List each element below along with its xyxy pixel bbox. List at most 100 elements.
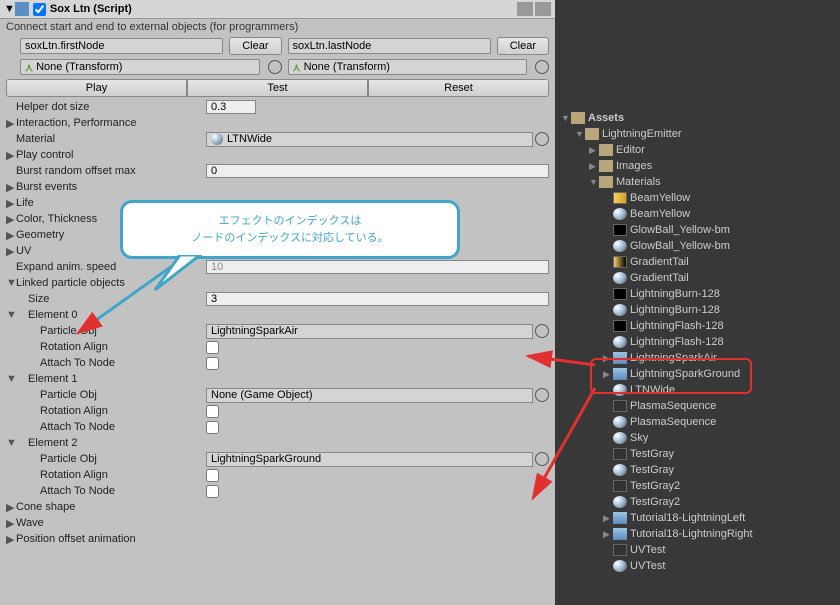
expand-icon[interactable]: ▼ xyxy=(6,437,16,449)
expand-icon[interactable]: ▶ xyxy=(6,181,16,194)
tree-item[interactable]: ▼Assets xyxy=(561,110,840,126)
first-node-field[interactable]: soxLtn.firstNode xyxy=(20,38,223,54)
particle-obj-field-0[interactable]: LightningSparkAir xyxy=(206,324,533,339)
rotation-align-checkbox-2[interactable] xyxy=(206,469,219,482)
expand-icon[interactable]: ▼ xyxy=(6,309,16,321)
expand-icon[interactable]: ▶ xyxy=(6,517,16,530)
component-header[interactable]: ▼ Sox Ltn (Script) xyxy=(0,0,555,19)
burst-offset-input[interactable] xyxy=(206,164,549,178)
expand-icon[interactable]: ▶ xyxy=(6,117,16,130)
tree-item[interactable]: LTNWide xyxy=(561,382,840,398)
expand-icon[interactable]: ▶ xyxy=(603,513,613,524)
expand-icon[interactable]: ▼ xyxy=(575,129,585,139)
tree-item[interactable]: TestGray xyxy=(561,446,840,462)
prop-label: Play control xyxy=(16,149,206,161)
tree-item[interactable]: LightningFlash-128 xyxy=(561,334,840,350)
expand-icon[interactable]: ▶ xyxy=(6,501,16,514)
callout-tail xyxy=(150,255,210,295)
element-2-label: Element 2 xyxy=(16,437,206,449)
last-node-field[interactable]: soxLtn.lastNode xyxy=(288,38,491,54)
expand-icon[interactable]: ▼ xyxy=(589,177,599,187)
clear-button-2[interactable]: Clear xyxy=(497,37,549,55)
prop-label: Rotation Align xyxy=(16,341,206,353)
asset-icon xyxy=(613,416,627,428)
expand-anim-input xyxy=(206,260,549,274)
expand-icon[interactable]: ▼ xyxy=(6,277,16,289)
expand-icon[interactable]: ▶ xyxy=(6,149,16,162)
size-input[interactable] xyxy=(206,292,549,306)
asset-label: GradientTail xyxy=(630,272,689,284)
object-picker-icon[interactable] xyxy=(535,60,549,74)
expand-icon[interactable]: ▶ xyxy=(603,353,613,364)
asset-label: UVTest xyxy=(630,560,665,572)
folder-icon xyxy=(599,176,613,188)
object-picker-icon[interactable] xyxy=(535,324,549,338)
tree-item[interactable]: TestGray xyxy=(561,462,840,478)
tree-item[interactable]: ▶LightningSparkAir xyxy=(561,350,840,366)
prop-label: Particle Obj xyxy=(16,325,206,337)
expand-icon[interactable]: ▼ xyxy=(4,3,15,15)
expand-icon[interactable]: ▶ xyxy=(6,213,16,226)
tree-item[interactable]: UVTest xyxy=(561,542,840,558)
gear-icon[interactable] xyxy=(535,2,551,16)
attach-node-checkbox-0[interactable] xyxy=(206,357,219,370)
expand-icon[interactable]: ▶ xyxy=(6,245,16,258)
transform-field-2[interactable]: ⋏None (Transform) xyxy=(288,59,528,75)
tree-item[interactable]: ▶LightningSparkGround xyxy=(561,366,840,382)
expand-icon[interactable]: ▶ xyxy=(603,529,613,540)
tree-item[interactable]: ▼LightningEmitter xyxy=(561,126,840,142)
tree-item[interactable]: TestGray2 xyxy=(561,478,840,494)
helper-dot-input[interactable] xyxy=(206,100,256,114)
tree-item[interactable]: ▶Editor xyxy=(561,142,840,158)
transform-field-1[interactable]: ⋏None (Transform) xyxy=(20,59,260,75)
asset-icon xyxy=(613,208,627,220)
tree-item[interactable]: GlowBall_Yellow-bm xyxy=(561,238,840,254)
particle-obj-field-1[interactable]: None (Game Object) xyxy=(206,388,533,403)
clear-button-1[interactable]: Clear xyxy=(229,37,281,55)
enable-checkbox[interactable] xyxy=(33,3,46,16)
attach-node-checkbox-2[interactable] xyxy=(206,485,219,498)
material-field[interactable]: LTNWide xyxy=(206,132,533,147)
rotation-align-checkbox-0[interactable] xyxy=(206,341,219,354)
tree-item[interactable]: Sky xyxy=(561,430,840,446)
asset-label: GlowBall_Yellow-bm xyxy=(630,240,730,252)
expand-icon[interactable]: ▶ xyxy=(6,533,16,546)
rotation-align-checkbox-1[interactable] xyxy=(206,405,219,418)
expand-icon[interactable]: ▶ xyxy=(603,369,613,380)
tree-item[interactable]: GradientTail xyxy=(561,270,840,286)
object-picker-icon[interactable] xyxy=(535,452,549,466)
expand-icon[interactable]: ▶ xyxy=(6,229,16,242)
asset-icon xyxy=(613,336,627,348)
tree-item[interactable]: BeamYellow xyxy=(561,206,840,222)
reset-button[interactable]: Reset xyxy=(368,79,549,97)
tree-item[interactable]: BeamYellow xyxy=(561,190,840,206)
play-button[interactable]: Play xyxy=(6,79,187,97)
expand-icon[interactable]: ▶ xyxy=(6,197,16,210)
tree-item[interactable]: TestGray2 xyxy=(561,494,840,510)
tree-item[interactable]: PlasmaSequence xyxy=(561,398,840,414)
tree-item[interactable]: ▼Materials xyxy=(561,174,840,190)
particle-obj-field-2[interactable]: LightningSparkGround xyxy=(206,452,533,467)
attach-node-checkbox-1[interactable] xyxy=(206,421,219,434)
tree-item[interactable]: ▶ Tutorial18-LightningLeft xyxy=(561,510,840,526)
tree-item[interactable]: PlasmaSequence xyxy=(561,414,840,430)
test-button[interactable]: Test xyxy=(187,79,368,97)
tree-item[interactable]: ▶Tutorial18-LightningRight xyxy=(561,526,840,542)
tree-item[interactable]: GlowBall_Yellow-bm xyxy=(561,222,840,238)
expand-icon[interactable]: ▶ xyxy=(589,145,599,156)
object-picker-icon[interactable] xyxy=(535,132,549,146)
object-picker-icon[interactable] xyxy=(535,388,549,402)
help-icon[interactable] xyxy=(517,2,533,16)
expand-icon[interactable]: ▼ xyxy=(6,373,16,385)
expand-icon[interactable]: ▶ xyxy=(589,161,599,172)
tree-item[interactable]: LightningBurn-128 xyxy=(561,302,840,318)
expand-icon[interactable]: ▼ xyxy=(561,113,571,123)
tree-item[interactable]: GradientTail xyxy=(561,254,840,270)
tree-item[interactable]: LightningFlash-128 xyxy=(561,318,840,334)
object-picker-icon[interactable] xyxy=(268,60,282,74)
asset-label: Tutorial18-LightningLeft xyxy=(630,512,745,524)
tree-item[interactable]: LightningBurn-128 xyxy=(561,286,840,302)
prop-label: Attach To Node xyxy=(16,357,206,369)
tree-item[interactable]: ▶Images xyxy=(561,158,840,174)
tree-item[interactable]: UVTest xyxy=(561,558,840,574)
